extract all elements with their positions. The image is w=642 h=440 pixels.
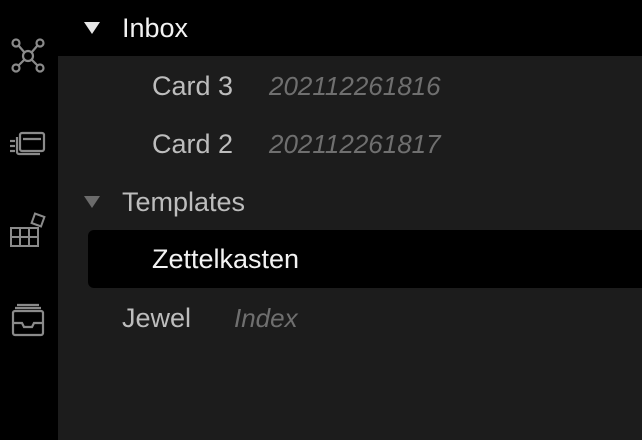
tree-item-zettelkasten[interactable]: Zettelkasten bbox=[58, 231, 642, 287]
graph-icon[interactable] bbox=[7, 34, 49, 76]
jewel-meta: Index bbox=[234, 302, 298, 333]
card-id: 202112261817 bbox=[269, 128, 441, 159]
chevron-down-icon[interactable] bbox=[84, 22, 100, 34]
templates-section-header[interactable]: Templates bbox=[58, 174, 642, 230]
inbox-section-header[interactable]: Inbox bbox=[58, 0, 642, 56]
template-title: Zettelkasten bbox=[152, 243, 300, 274]
chevron-down-icon[interactable] bbox=[84, 196, 100, 208]
tree-item-jewel[interactable]: Jewel Index bbox=[58, 290, 642, 346]
icon-rail bbox=[0, 0, 58, 440]
cards-icon[interactable] bbox=[7, 123, 49, 165]
card-title: Card 2 bbox=[152, 128, 234, 159]
tiles-icon[interactable] bbox=[7, 211, 49, 253]
templates-label: Templates bbox=[122, 186, 246, 217]
archive-icon[interactable] bbox=[7, 298, 49, 340]
tree-panel: Inbox Card 3 202112261816 Card 2 2021122… bbox=[58, 0, 642, 440]
tree-item-card-3[interactable]: Card 3 202112261816 bbox=[58, 58, 642, 114]
app-window: Inbox Card 3 202112261816 Card 2 2021122… bbox=[0, 0, 642, 440]
card-id: 202112261816 bbox=[269, 70, 441, 101]
inbox-label: Inbox bbox=[122, 12, 189, 43]
jewel-title: Jewel bbox=[122, 302, 192, 333]
tree-item-card-2[interactable]: Card 2 202112261817 bbox=[58, 116, 642, 172]
card-title: Card 3 bbox=[152, 70, 234, 101]
